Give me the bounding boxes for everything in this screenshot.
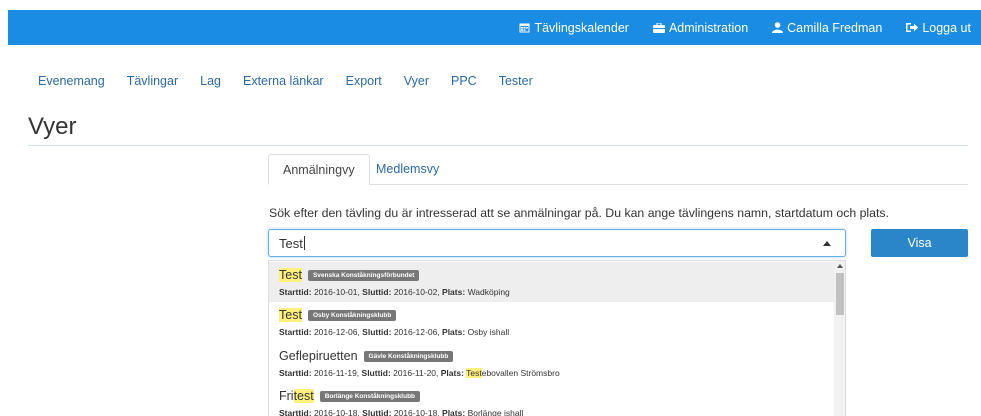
results-scrollbar[interactable]: [834, 261, 845, 416]
result-meta: Starttid: 2016-10-18, Sluttid: 2016-10-1…: [279, 408, 524, 416]
scrollbar-thumb[interactable]: [836, 273, 844, 315]
submenu-tavlingar[interactable]: Tävlingar: [127, 74, 178, 88]
top-navbar: Tävlingskalender Administration Camilla …: [8, 10, 981, 45]
submenu-export[interactable]: Export: [346, 74, 382, 88]
search-description: Sök efter den tävling du är intresserad …: [269, 206, 889, 220]
logout-icon: [906, 23, 919, 32]
dropdown-up-arrow-icon[interactable]: [823, 241, 831, 246]
nav-link-administration[interactable]: Administration: [652, 20, 749, 35]
search-value: Test: [279, 236, 305, 251]
nav-link-label: Camilla Fredman: [787, 20, 883, 35]
nav-link-label: Administration: [668, 20, 749, 35]
submenu-vyer[interactable]: Vyer: [404, 74, 429, 88]
result-item[interactable]: Test Svenska Konståkningsförbundet Startt…: [269, 262, 834, 302]
result-name: Geflepiruetten Gävle Konståkningsklubb: [279, 349, 454, 363]
nav-link-calendar[interactable]: Tävlingskalender: [519, 21, 629, 35]
competition-search-input[interactable]: Test: [268, 229, 846, 257]
top-strip: [8, 0, 981, 10]
text-cursor: [303, 236, 305, 250]
submenu-ppc[interactable]: PPC: [451, 74, 477, 88]
result-item[interactable]: Fritest Borlänge Konståkningsklubb Startt…: [269, 383, 834, 416]
title-divider: [28, 145, 968, 146]
submenu-lag[interactable]: Lag: [200, 74, 221, 88]
club-badge: Borlänge Konståkningsklubb: [319, 391, 421, 402]
submenu-tester[interactable]: Tester: [499, 74, 533, 88]
result-meta: Starttid: 2016-12-06, Sluttid: 2016-12-0…: [279, 327, 510, 337]
result-name: Test Svenska Konståkningsförbundet: [279, 268, 420, 282]
result-item[interactable]: Geflepiruetten Gävle Konståkningsklubb St…: [269, 343, 834, 383]
result-name: Test Osby Konståkningsklubb: [279, 308, 397, 322]
nav-link-label: Logga ut: [922, 20, 971, 35]
club-badge: Gävle Konståkningsklubb: [363, 351, 454, 362]
tab-anmalningvy[interactable]: Anmälningvy: [268, 154, 370, 185]
nav-link-user[interactable]: Camilla Fredman: [772, 21, 882, 35]
tab-medlemsvy[interactable]: Medlemsvy: [362, 154, 453, 185]
result-meta: Starttid: 2016-11-19, Sluttid: 2016-11-2…: [279, 368, 560, 378]
navbar-links: Tävlingskalender Administration Camilla …: [519, 10, 981, 45]
result-item[interactable]: Test Osby Konståkningsklubb Starttid: 201…: [269, 302, 834, 342]
calendar-icon: [519, 23, 530, 33]
user-icon: [772, 22, 784, 33]
result-name: Fritest Borlänge Konståkningsklubb: [279, 389, 421, 403]
result-meta: Starttid: 2016-10-01, Sluttid: 2016-10-0…: [279, 287, 510, 297]
visa-button[interactable]: Visa: [871, 229, 968, 257]
submenu-externa-lankar[interactable]: Externa länkar: [243, 74, 324, 88]
nav-link-label: Tävlingskalender: [534, 20, 629, 35]
page-title: Vyer: [28, 113, 77, 140]
search-results-dropdown: Test Svenska Konståkningsförbundet Startt…: [268, 260, 846, 416]
club-badge: Osby Konståkningsklubb: [307, 310, 397, 321]
view-tabs: Anmälningvy Medlemsvy: [268, 154, 968, 185]
club-badge: Svenska Konståkningsförbundet: [307, 270, 420, 281]
submenu-evenemang[interactable]: Evenemang: [38, 74, 105, 88]
briefcase-icon: [652, 22, 665, 33]
nav-link-logout[interactable]: Logga ut: [906, 21, 971, 35]
scroll-up-arrow-icon[interactable]: [837, 264, 843, 268]
sub-menu: Evenemang Tävlingar Lag Externa länkar E…: [38, 74, 555, 88]
